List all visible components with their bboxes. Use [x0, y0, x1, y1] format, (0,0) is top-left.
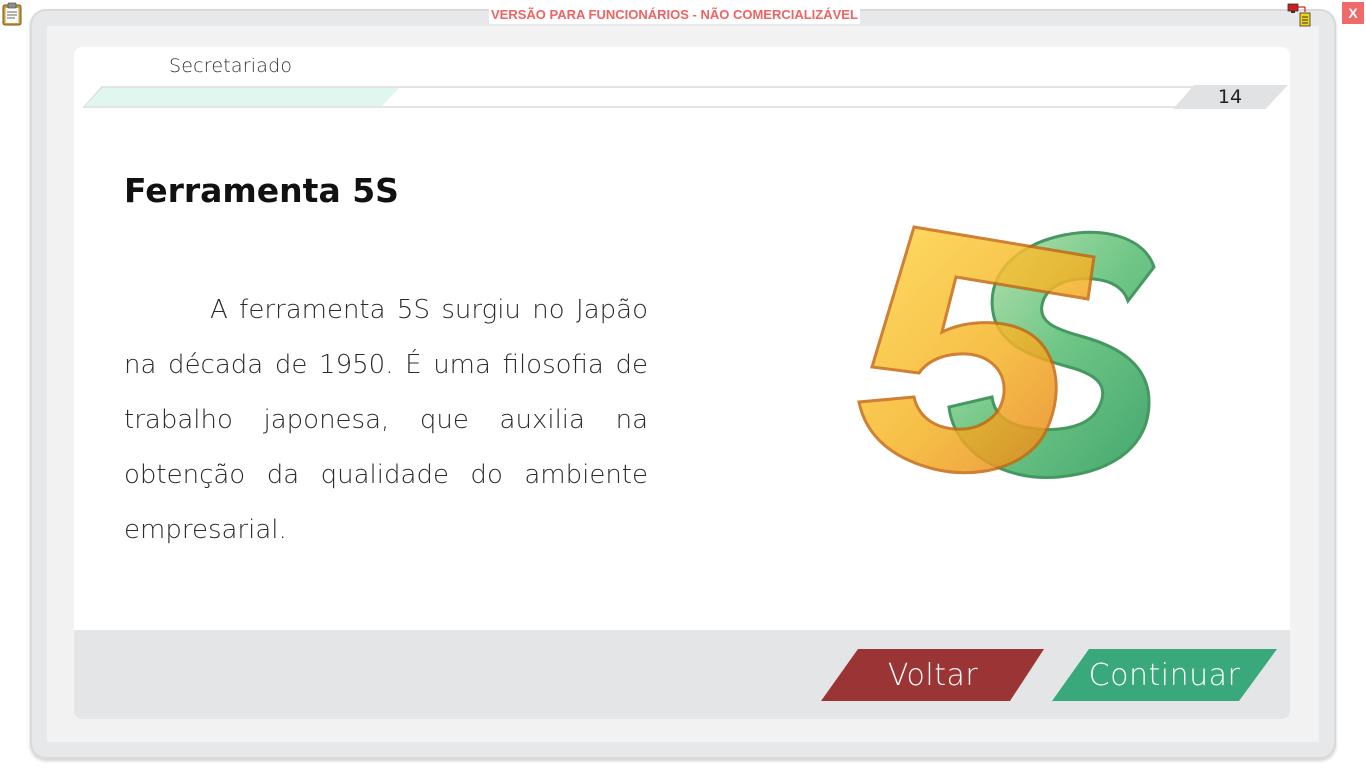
network-status-icon[interactable] [1287, 3, 1313, 27]
slide-card: Secretariado 14 Ferramenta 5S A ferramen… [74, 47, 1290, 719]
close-button[interactable]: X [1342, 2, 1364, 24]
clipboard-icon[interactable] [2, 2, 22, 26]
page: VERSÃO PARA FUNCIONÁRIOS - NÃO COMERCIAL… [0, 0, 1366, 768]
back-button-label: Voltar [887, 658, 979, 693]
5s-logo-illustration [857, 225, 1156, 480]
continue-button[interactable]: Continuar [1051, 648, 1278, 702]
page-number: 14 [1217, 86, 1243, 108]
continue-button-label: Continuar [1088, 658, 1241, 693]
slide-body-text: A ferramenta 5S surgiu no Japão na décad… [124, 295, 648, 545]
progress-fill [85, 88, 399, 106]
progress-bar [82, 85, 1288, 109]
watermark-banner: VERSÃO PARA FUNCIONÁRIOS - NÃO COMERCIAL… [489, 6, 860, 24]
back-button[interactable]: Voltar [820, 648, 1046, 702]
module-title: Secretariado [169, 55, 293, 77]
slide-heading: Ferramenta 5S [124, 171, 399, 210]
navigation-bar: Voltar Continuar [74, 630, 1290, 719]
